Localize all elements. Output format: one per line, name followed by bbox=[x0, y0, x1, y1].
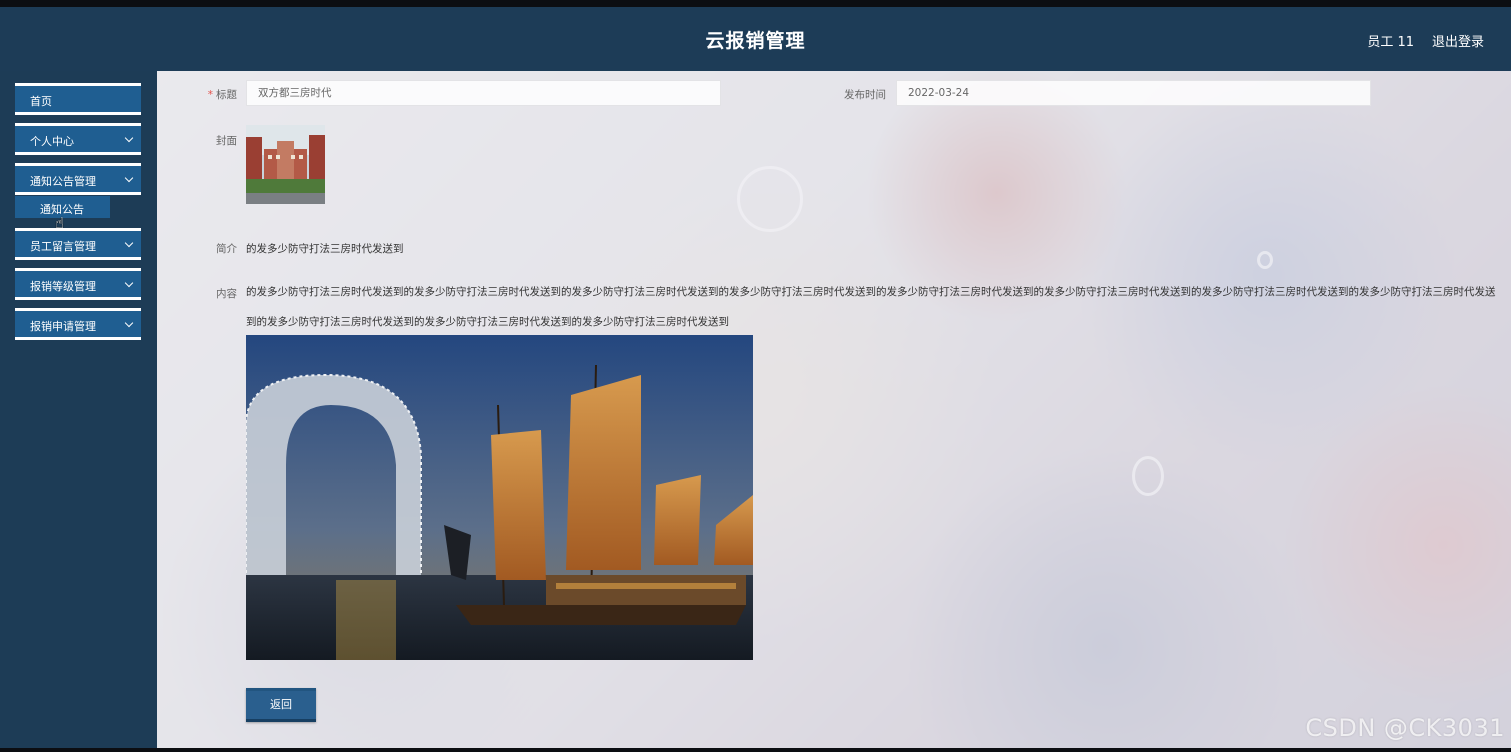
cover-image bbox=[246, 125, 325, 204]
sidebar-item-level-management[interactable]: 报销等级管理 bbox=[15, 268, 141, 300]
chevron-down-icon bbox=[124, 238, 134, 248]
chevron-down-icon bbox=[124, 318, 134, 328]
publish-date-field[interactable]: 2022-03-24 bbox=[896, 80, 1371, 106]
title-label-text: 标题 bbox=[216, 89, 237, 101]
intro-label: 简介 bbox=[216, 243, 237, 255]
sidebar-item-label: 个人中心 bbox=[30, 135, 74, 148]
sidebar-item-home[interactable]: 首页 bbox=[15, 83, 141, 115]
app-window: 云报销管理 员工 11 退出登录 首页 个人中心 通知公告管理 通知公告 ☝ 员… bbox=[0, 7, 1511, 748]
top-header: 云报销管理 员工 11 退出登录 bbox=[0, 7, 1511, 71]
sidebar: 首页 个人中心 通知公告管理 通知公告 ☝ 员工留言管理 报销等级管理 报销申请… bbox=[0, 71, 157, 748]
title-field[interactable]: 双方都三房时代 bbox=[246, 80, 721, 106]
sidebar-item-label: 通知公告管理 bbox=[30, 175, 96, 188]
watermark: CSDN @CK3031 bbox=[1305, 714, 1505, 742]
sidebar-item-personal-center[interactable]: 个人中心 bbox=[15, 123, 141, 155]
app-title: 云报销管理 bbox=[705, 30, 806, 52]
current-user: 员工 11 bbox=[1367, 35, 1414, 50]
sidebar-item-message-management[interactable]: 员工留言管理 bbox=[15, 228, 141, 260]
content-image bbox=[245, 335, 753, 660]
sidebar-item-label: 报销等级管理 bbox=[30, 280, 96, 293]
chevron-down-icon bbox=[124, 278, 134, 288]
logout-link[interactable]: 退出登录 bbox=[1432, 31, 1484, 50]
sidebar-item-label: 首页 bbox=[30, 95, 52, 108]
chevron-down-icon bbox=[124, 173, 134, 183]
sidebar-item-label: 报销申请管理 bbox=[30, 320, 96, 333]
publish-date-label: 发布时间 bbox=[844, 89, 886, 101]
cover-label: 封面 bbox=[216, 135, 237, 147]
title-label: * 标题 bbox=[197, 87, 237, 102]
chevron-down-icon bbox=[124, 133, 134, 143]
intro-text: 的发多少防守打法三房时代发送到 bbox=[246, 243, 404, 255]
main-content: * 标题 双方都三房时代 发布时间 2022-03-24 封面 简介 的发多少防守… bbox=[157, 71, 1511, 748]
content-label: 内容 bbox=[216, 288, 237, 300]
sidebar-item-label: 员工留言管理 bbox=[30, 240, 96, 253]
sidebar-item-application-management[interactable]: 报销申请管理 bbox=[15, 308, 141, 340]
back-button[interactable]: 返回 bbox=[246, 688, 316, 722]
sidebar-item-notice-management[interactable]: 通知公告管理 bbox=[15, 163, 141, 195]
required-asterisk: * bbox=[207, 89, 213, 101]
content-text: 的发多少防守打法三房时代发送到的发多少防守打法三房时代发送到的发多少防守打法三房… bbox=[246, 286, 1496, 328]
